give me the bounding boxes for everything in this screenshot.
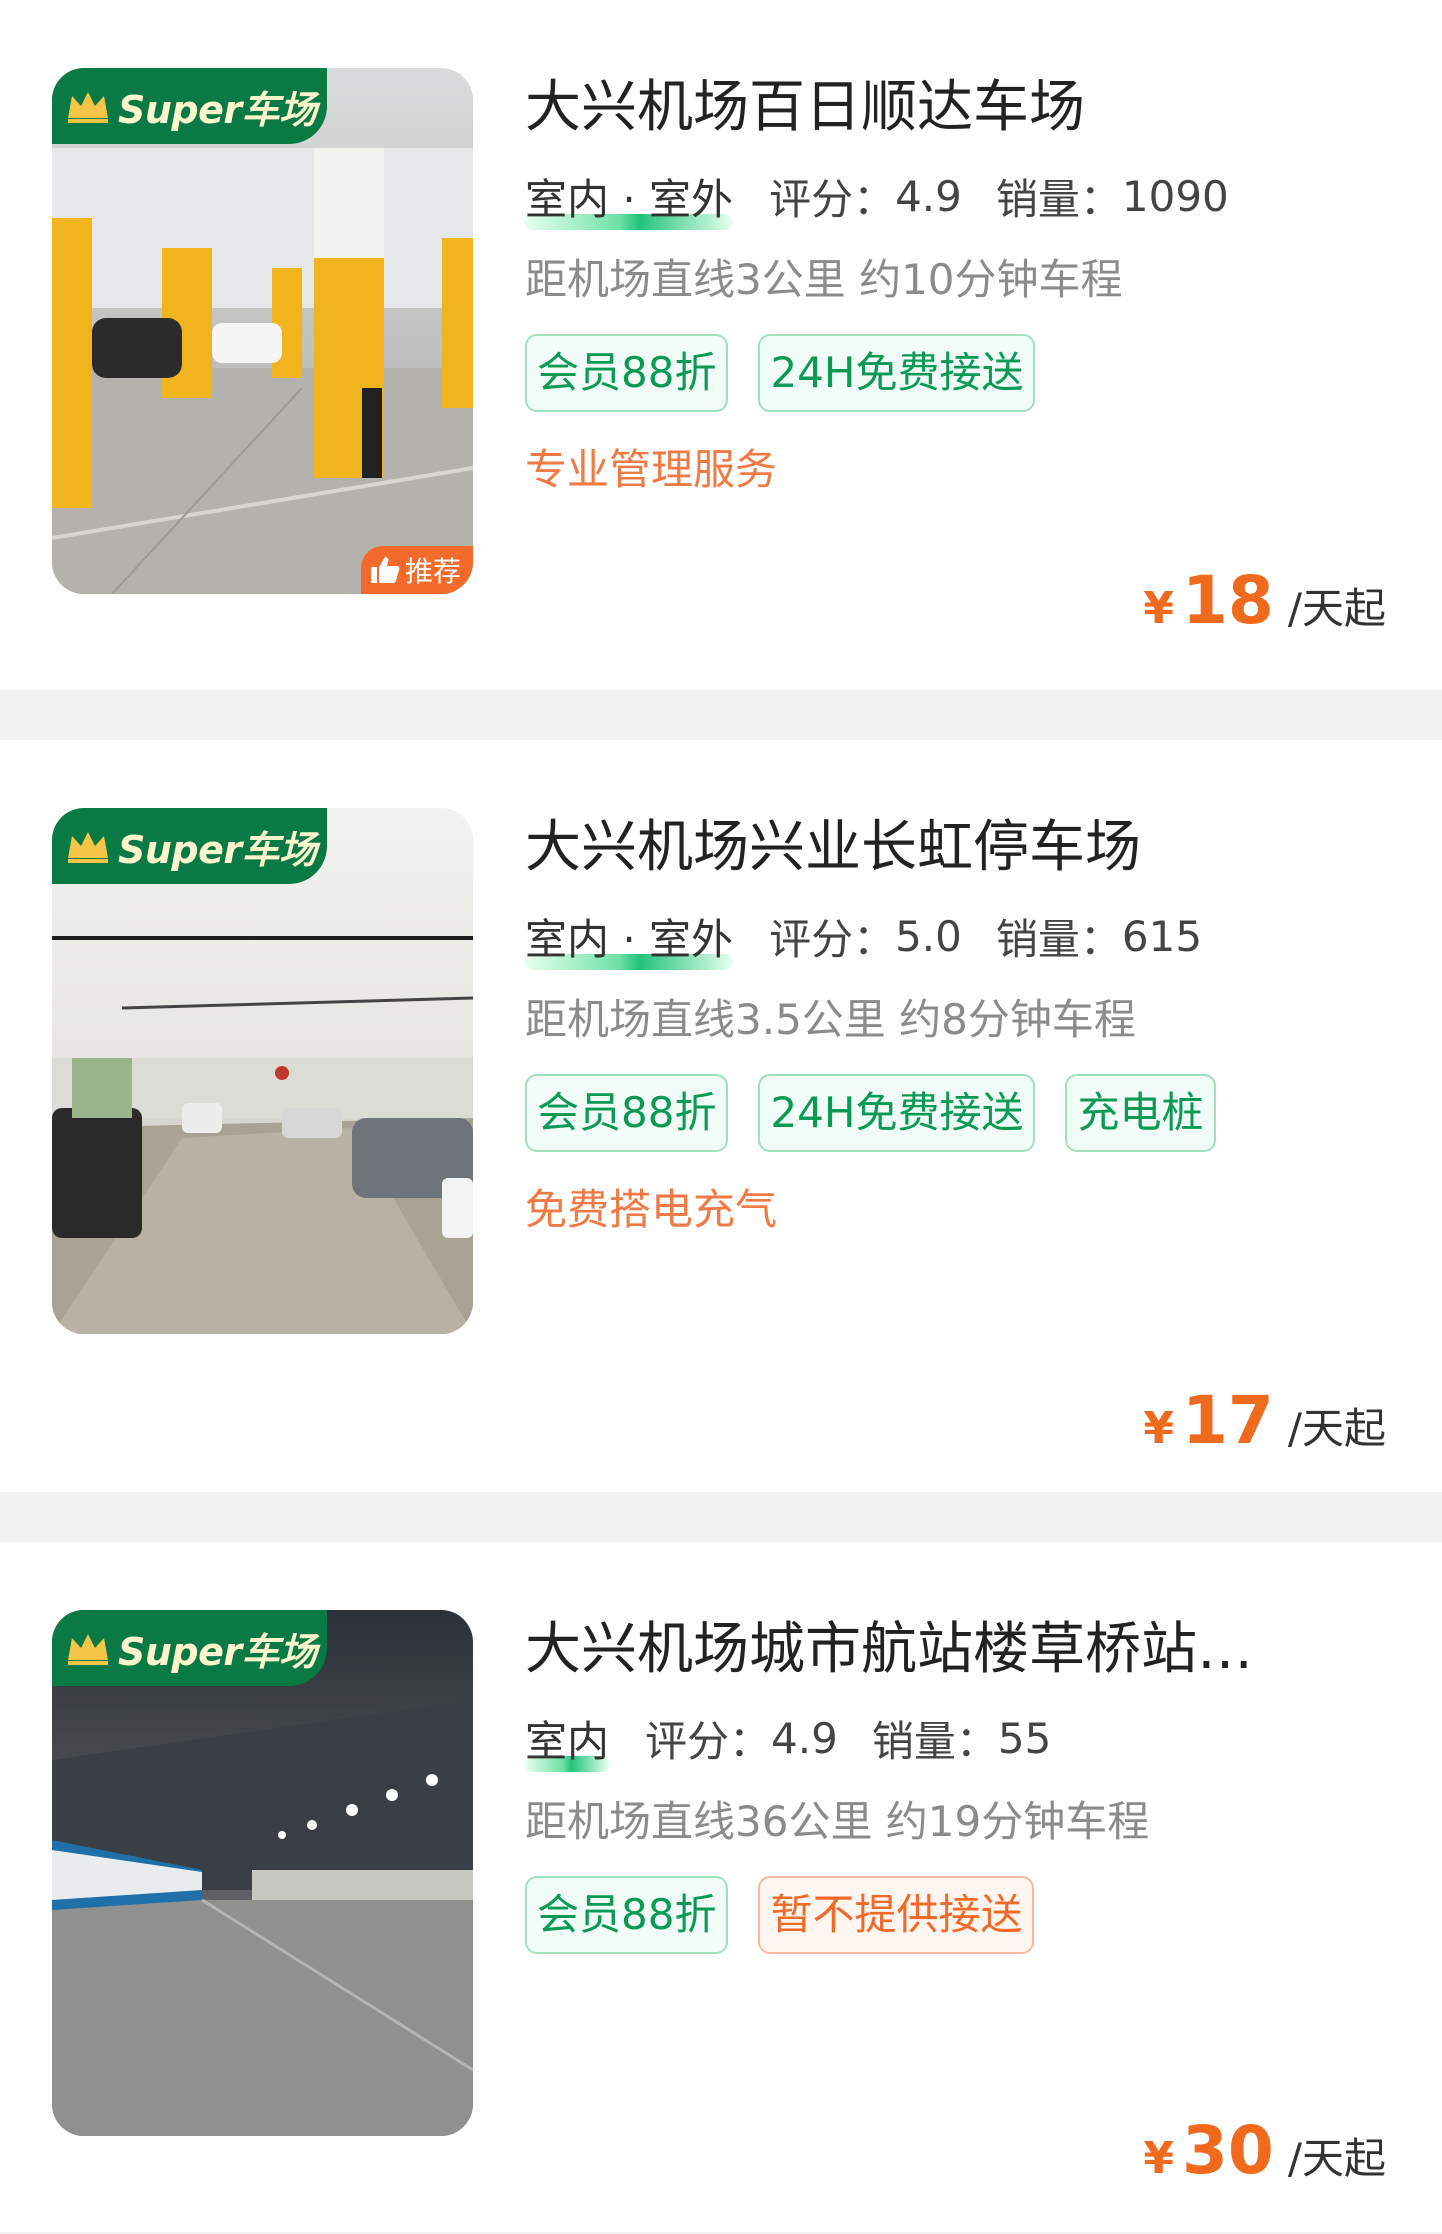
crown-icon xyxy=(68,1634,108,1665)
sales-label: 销量： xyxy=(995,914,1122,964)
super-badge-text: Super车场 xyxy=(118,1629,317,1674)
rating-label: 评分： xyxy=(769,914,896,964)
price-amount: 30 xyxy=(1181,2112,1274,2189)
feature-tags: 会员88折 暂不提供接送 xyxy=(525,1876,1402,1984)
price-unit: /天起 xyxy=(1287,2134,1386,2183)
price-amount: 17 xyxy=(1181,1382,1274,1459)
price-block: ¥ 18 /天起 xyxy=(1143,562,1386,639)
sales-value: 615 xyxy=(1121,911,1203,961)
tag-member-discount: 会员88折 xyxy=(525,1876,729,1954)
distance-text: 距机场直线36公里 约19分钟车程 xyxy=(525,1797,1150,1846)
feature-tags: 会员88折 24H免费接送 充电桩 xyxy=(525,1074,1402,1182)
price-unit: /天起 xyxy=(1287,584,1386,633)
parking-lot-meta: 室内 评分： 4.9 销量： 55 xyxy=(525,1708,1402,1768)
environment-label: 室内 · 室外 xyxy=(525,914,734,964)
tag-no-shuttle: 暂不提供接送 xyxy=(758,1876,1035,1954)
parking-lot-info: 大兴机场兴业长虹停车场 室内 · 室外 评分： 5.0 销量： 615 距机场直… xyxy=(525,808,1402,1238)
crown-icon xyxy=(68,92,108,123)
service-highlight: 专业管理服务 xyxy=(525,445,778,494)
sales-label: 销量： xyxy=(995,174,1122,224)
rating-label: 评分： xyxy=(769,174,896,224)
parking-lot-card[interactable]: Super车场 推荐 大兴机场百日顺达车场 室内 · 室外 评分： 4.9 销量… xyxy=(0,0,1442,690)
currency-symbol: ¥ xyxy=(1143,583,1174,634)
sales-label: 销量： xyxy=(871,1716,998,1766)
currency-symbol: ¥ xyxy=(1143,1403,1174,1454)
parking-lot-photo[interactable]: Super车场 xyxy=(52,808,473,1334)
parking-lot-info: 大兴机场城市航站楼草桥站… 室内 评分： 4.9 销量： 55 距机场直线36公… xyxy=(525,1610,1402,1984)
super-badge-text: Super车场 xyxy=(118,827,317,872)
tag-charging-pile: 充电桩 xyxy=(1065,1074,1216,1152)
parking-lot-info: 大兴机场百日顺达车场 室内 · 室外 评分： 4.9 销量： 1090 距机场直… xyxy=(525,68,1402,498)
currency-symbol: ¥ xyxy=(1143,2133,1174,2184)
environment-label: 室内 xyxy=(525,1716,610,1766)
super-parking-badge: Super车场 xyxy=(52,1610,327,1686)
super-parking-badge: Super车场 xyxy=(52,808,327,884)
price-amount: 18 xyxy=(1181,562,1274,639)
parking-lot-list: Super车场 推荐 大兴机场百日顺达车场 室内 · 室外 评分： 4.9 销量… xyxy=(0,0,1442,2232)
distance-text: 距机场直线3公里 约10分钟车程 xyxy=(525,255,1123,304)
price-unit: /天起 xyxy=(1287,1404,1386,1453)
parking-lot-meta: 室内 · 室外 评分： 5.0 销量： 615 xyxy=(525,906,1402,966)
rating-value: 4.9 xyxy=(771,1713,838,1763)
parking-lot-title[interactable]: 大兴机场百日顺达车场 xyxy=(525,68,1315,148)
super-parking-badge: Super车场 xyxy=(52,68,327,144)
rating-value: 4.9 xyxy=(895,171,962,221)
garage-photo-image xyxy=(52,68,473,594)
sales-value: 1090 xyxy=(1121,171,1229,221)
tag-shuttle: 24H免费接送 xyxy=(758,1074,1036,1152)
parking-lot-card[interactable]: Super车场 大兴机场城市航站楼草桥站… 室内 评分： 4.9 销量： 55 … xyxy=(0,1542,1442,2232)
parking-lot-title[interactable]: 大兴机场兴业长虹停车场 xyxy=(525,808,1315,888)
price-block: ¥ 30 /天起 xyxy=(1143,2112,1386,2189)
thumbs-up-icon xyxy=(370,557,400,583)
crown-icon xyxy=(68,832,108,863)
parking-lot-title[interactable]: 大兴机场城市航站楼草桥站… xyxy=(525,1610,1315,1690)
parking-lot-card[interactable]: Super车场 大兴机场兴业长虹停车场 室内 · 室外 评分： 5.0 销量： … xyxy=(0,740,1442,1492)
rating-value: 5.0 xyxy=(895,911,962,961)
sales-value: 55 xyxy=(997,1713,1052,1763)
tag-member-discount: 会员88折 xyxy=(525,1074,729,1152)
garage-photo-image xyxy=(52,808,473,1334)
tag-member-discount: 会员88折 xyxy=(525,334,729,412)
price-block: ¥ 17 /天起 xyxy=(1143,1382,1386,1459)
recommend-label: 推荐 xyxy=(404,555,461,588)
service-highlight: 免费搭电充气 xyxy=(525,1185,778,1234)
tag-shuttle: 24H免费接送 xyxy=(758,334,1036,412)
rating-label: 评分： xyxy=(645,1716,772,1766)
parking-lot-photo[interactable]: Super车场 xyxy=(52,1610,473,2136)
feature-tags: 会员88折 24H免费接送 xyxy=(525,334,1402,442)
parking-lot-photo[interactable]: Super车场 推荐 xyxy=(52,68,473,594)
garage-photo-image xyxy=(52,1610,473,2136)
parking-lot-meta: 室内 · 室外 评分： 4.9 销量： 1090 xyxy=(525,166,1402,226)
recommend-badge: 推荐 xyxy=(360,546,473,594)
distance-text: 距机场直线3.5公里 约8分钟车程 xyxy=(525,995,1136,1044)
super-badge-text: Super车场 xyxy=(118,87,317,132)
environment-label: 室内 · 室外 xyxy=(525,174,734,224)
